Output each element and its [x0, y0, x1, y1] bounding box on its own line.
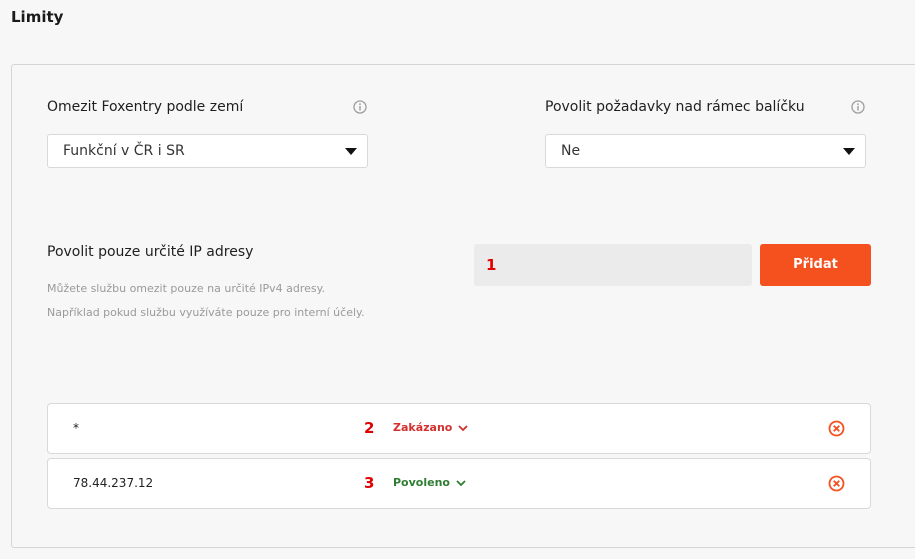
- country-limit-label: Omezit Foxentry podle zemí: [47, 99, 244, 115]
- ip-status-dropdown[interactable]: Zakázano: [393, 421, 468, 434]
- remove-icon[interactable]: [828, 475, 845, 492]
- chevron-down-icon: [458, 424, 468, 431]
- info-circle-icon[interactable]: [353, 100, 367, 114]
- chevron-down-icon: [345, 148, 357, 155]
- ip-help-line-1: Můžete službu omezit pouze na určité IPv…: [47, 282, 326, 295]
- ip-address-input[interactable]: [474, 244, 752, 286]
- ip-help-line-2: Například pokud službu využíváte pouze p…: [47, 306, 365, 319]
- ip-row: 78.44.237.12 3 Povoleno: [47, 458, 871, 509]
- annotation-marker-1: 1: [486, 256, 497, 274]
- ip-row: * 2 Zakázano: [47, 403, 871, 454]
- info-circle-icon[interactable]: [851, 100, 865, 114]
- annotation-marker-3: 3: [364, 474, 375, 492]
- overage-select[interactable]: Ne: [545, 134, 866, 168]
- remove-icon[interactable]: [828, 420, 845, 437]
- add-ip-button[interactable]: Přidat: [760, 244, 871, 286]
- country-limit-select[interactable]: Funkční v ČR i SR: [47, 134, 368, 168]
- ip-address: *: [73, 421, 79, 435]
- ip-address: 78.44.237.12: [73, 476, 154, 490]
- ip-status-label: Povoleno: [393, 476, 450, 489]
- page-title: Limity: [11, 8, 64, 26]
- chevron-down-icon: [843, 148, 855, 155]
- annotation-marker-2: 2: [364, 419, 375, 437]
- ip-section-title: Povolit pouze určité IP adresy: [47, 244, 254, 260]
- overage-value: Ne: [561, 143, 581, 159]
- ip-status-label: Zakázano: [393, 421, 453, 434]
- chevron-down-icon: [456, 479, 466, 486]
- overage-label: Povolit požadavky nad rámec balíčku: [545, 99, 805, 115]
- ip-status-dropdown[interactable]: Povoleno: [393, 476, 466, 489]
- country-limit-value: Funkční v ČR i SR: [63, 143, 185, 159]
